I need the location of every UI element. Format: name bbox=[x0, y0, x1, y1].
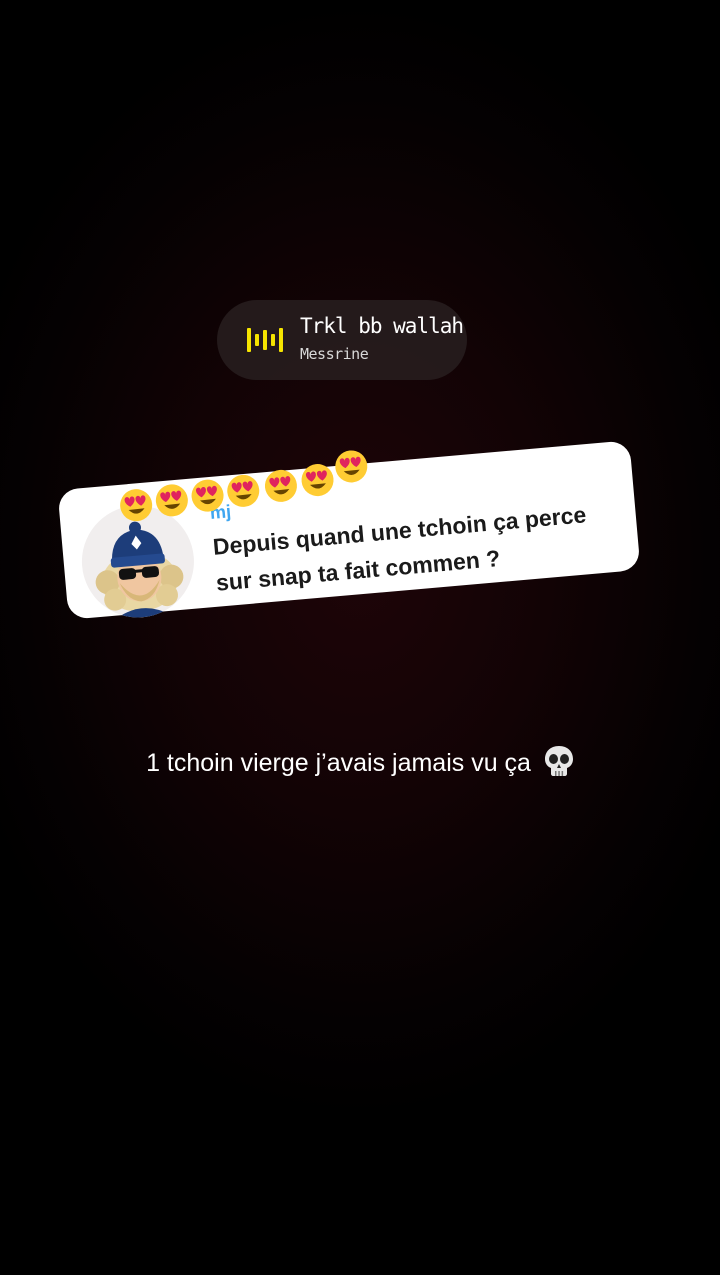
story-caption: 1 tchoin vierge j’avais jamais vu ça bbox=[0, 745, 720, 778]
heart-eyes-emoji-icon bbox=[120, 489, 153, 522]
caption-text: 1 tchoin vierge j’avais jamais vu ça bbox=[146, 749, 531, 777]
track-title: Trkl bb wallah bbox=[300, 314, 464, 338]
heart-eyes-emoji-icon bbox=[191, 479, 224, 512]
story-screen: Trkl bb wallah Messrine mj Depuis quand … bbox=[0, 0, 720, 1275]
music-sticker[interactable]: Trkl bb wallah Messrine bbox=[217, 300, 467, 380]
heart-eyes-emoji-icon bbox=[301, 464, 334, 497]
heart-eyes-emoji-icon bbox=[335, 450, 368, 483]
heart-eyes-emoji-icon bbox=[264, 469, 297, 502]
skull-emoji-icon bbox=[544, 746, 573, 776]
track-artist: Messrine bbox=[300, 345, 369, 363]
heart-eyes-emoji-icon bbox=[227, 474, 260, 507]
audio-bars-icon bbox=[247, 328, 283, 352]
heart-eyes-emoji-icon bbox=[155, 484, 188, 517]
